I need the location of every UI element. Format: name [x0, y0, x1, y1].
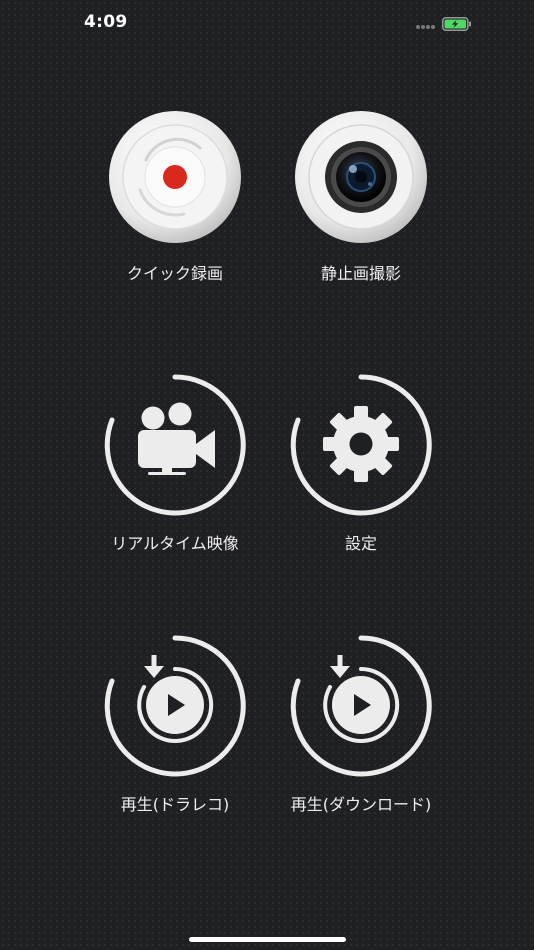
- video-camera-icon: [104, 374, 246, 516]
- camera-lens-icon: [295, 111, 427, 243]
- playback-download-label: 再生(ダウンロード): [290, 795, 432, 814]
- status-time: 4:09: [84, 12, 128, 32]
- signal-icon: [416, 25, 435, 29]
- battery-charging-icon: [442, 17, 471, 31]
- gear-icon: [290, 374, 432, 516]
- still-capture-label: 静止画撮影: [320, 264, 401, 283]
- play-download-icon: [104, 635, 246, 777]
- realtime-video-label: リアルタイム映像: [111, 534, 239, 553]
- playback-dashcam-label: 再生(ドラレコ): [120, 795, 230, 814]
- quick-record-label: クイック録画: [126, 264, 223, 283]
- home-indicator[interactable]: [189, 937, 346, 942]
- record-button-icon: [109, 111, 241, 243]
- settings-label: 設定: [344, 534, 377, 553]
- play-download-icon: [290, 635, 432, 777]
- screen: 4:09 クイック録画 静止画撮影 リアルタイム映像 設定 再生(ドラレコ) 再…: [0, 0, 534, 950]
